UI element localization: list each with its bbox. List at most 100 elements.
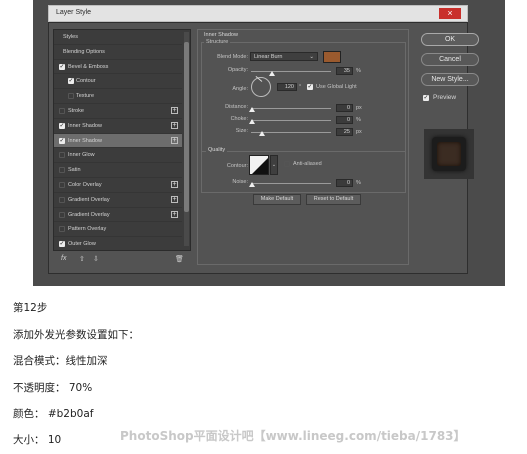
- caption-line2: 混合模式：线性加深: [13, 355, 108, 367]
- checkbox-icon[interactable]: [59, 226, 65, 233]
- dialog-titlebar: Layer Style ×: [48, 5, 468, 22]
- style-stroke[interactable]: Stroke +: [54, 104, 182, 119]
- choke-unit: %: [356, 117, 361, 123]
- opacity-slider-knob[interactable]: [269, 71, 275, 76]
- ok-button[interactable]: OK: [421, 33, 479, 46]
- distance-label: Distance:: [225, 104, 248, 110]
- dialog-title: Layer Style: [56, 9, 92, 16]
- choke-label: Choke:: [230, 116, 248, 122]
- size-input[interactable]: 25: [336, 128, 353, 136]
- watermark: PhotoShop平面设计吧【www.lineeg.com/tieba/1783…: [120, 429, 466, 443]
- style-pattern-overlay[interactable]: Pattern Overlay: [54, 222, 182, 238]
- noise-input[interactable]: 0: [336, 179, 353, 187]
- distance-unit: px: [356, 105, 362, 111]
- preview-checkbox[interactable]: ✓: [423, 95, 429, 101]
- caption-line4: 颜色： #b2b0af: [13, 408, 94, 420]
- opacity-slider[interactable]: [251, 71, 331, 72]
- blend-mode-label: Blend Mode:: [217, 54, 248, 60]
- opacity-label: Opacity:: [227, 67, 248, 73]
- angle-dial-needle: [255, 75, 263, 82]
- checkbox-icon[interactable]: [59, 167, 65, 174]
- choke-input[interactable]: 0: [336, 116, 353, 124]
- layer-style-dialog: Styles Blending Options ✓ Bevel & Emboss …: [48, 22, 479, 274]
- add-icon[interactable]: +: [171, 107, 178, 114]
- structure-title: Structure: [204, 39, 231, 45]
- style-gradient-overlay-2[interactable]: Gradient Overlay +: [54, 208, 182, 223]
- style-preview-thumbnail: [424, 129, 474, 179]
- styles-list: Styles Blending Options ✓ Bevel & Emboss …: [53, 29, 191, 251]
- style-inner-shadow[interactable]: ✓ Inner Shadow +: [54, 119, 182, 134]
- caption-line5: 大小： 10: [13, 434, 62, 446]
- style-gradient-overlay[interactable]: Gradient Overlay +: [54, 193, 182, 208]
- contour-preview[interactable]: [249, 155, 269, 175]
- checkbox-icon[interactable]: [59, 182, 65, 188]
- noise-label: Noise:: [232, 179, 248, 185]
- section-title: Inner Shadow: [204, 32, 238, 38]
- new-style-button[interactable]: New Style...: [421, 73, 479, 86]
- anti-aliased-checkbox[interactable]: [284, 161, 290, 167]
- add-icon[interactable]: +: [171, 181, 178, 188]
- distance-slider-knob[interactable]: [249, 107, 255, 112]
- distance-input[interactable]: 0: [336, 104, 353, 112]
- checkbox-icon[interactable]: ✓: [307, 84, 313, 90]
- angle-dial[interactable]: [251, 75, 271, 97]
- styles-header[interactable]: Styles: [54, 30, 182, 45]
- size-unit: px: [356, 129, 362, 135]
- shadow-color-swatch[interactable]: [323, 51, 341, 63]
- styles-scrollbar[interactable]: [184, 32, 189, 246]
- blend-mode-select[interactable]: Linear Burn ⌄: [250, 52, 318, 61]
- choke-slider[interactable]: [251, 120, 331, 121]
- make-default-button[interactable]: Make Default: [253, 194, 301, 205]
- preview-label: Preview: [433, 94, 457, 101]
- anti-aliased-label: Anti-aliased: [293, 161, 322, 167]
- add-icon[interactable]: +: [171, 195, 178, 203]
- move-up-icon[interactable]: ⇧: [79, 255, 85, 263]
- checkbox-icon[interactable]: ✓: [59, 63, 65, 70]
- size-slider-knob[interactable]: [259, 131, 265, 136]
- angle-label: Angle:: [232, 86, 248, 92]
- choke-slider-knob[interactable]: [249, 119, 255, 124]
- contour-label: Contour:: [226, 163, 248, 169]
- checkbox-icon[interactable]: ✓: [59, 137, 65, 144]
- distance-slider[interactable]: [251, 108, 331, 109]
- noise-slider-knob[interactable]: [249, 182, 255, 187]
- reset-to-default-button[interactable]: Reset to Default: [306, 194, 361, 205]
- caption-line1: 添加外发光参数设置如下：: [13, 329, 139, 341]
- trash-icon[interactable]: 🗑: [175, 255, 184, 263]
- checkbox-icon[interactable]: [59, 108, 65, 114]
- checkbox-icon[interactable]: ✓: [59, 122, 65, 129]
- contour-curve-icon: [252, 158, 268, 174]
- opacity-input[interactable]: 35: [336, 67, 353, 75]
- style-bevel-emboss[interactable]: ✓ Bevel & Emboss: [54, 60, 182, 75]
- cancel-button[interactable]: Cancel: [421, 53, 479, 66]
- add-icon[interactable]: +: [171, 136, 178, 144]
- quality-group: [201, 151, 406, 193]
- checkbox-icon[interactable]: [68, 93, 74, 100]
- noise-unit: %: [356, 180, 361, 186]
- move-down-icon[interactable]: ⇩: [93, 255, 99, 263]
- style-texture[interactable]: Texture: [54, 89, 182, 104]
- style-blending-options[interactable]: Blending Options: [54, 45, 182, 60]
- caption-line3: 不透明度： 70%: [13, 382, 93, 394]
- add-icon[interactable]: +: [171, 121, 178, 129]
- style-satin[interactable]: Satin: [54, 163, 182, 178]
- close-button[interactable]: ×: [439, 8, 461, 19]
- style-color-overlay[interactable]: Color Overlay +: [54, 178, 182, 193]
- style-inner-glow[interactable]: Inner Glow: [54, 148, 182, 164]
- style-outer-glow[interactable]: ✓ Outer Glow: [54, 237, 182, 250]
- chevron-down-icon[interactable]: ⌄: [270, 155, 278, 175]
- checkbox-icon[interactable]: [59, 152, 65, 159]
- use-global-light-label: Use Global Light: [316, 84, 357, 90]
- checkbox-icon[interactable]: [59, 196, 65, 203]
- style-contour[interactable]: ✓ Contour: [54, 74, 182, 90]
- checkbox-icon[interactable]: [59, 211, 65, 218]
- noise-slider[interactable]: [251, 183, 331, 184]
- checkbox-icon[interactable]: ✓: [68, 78, 74, 85]
- add-icon[interactable]: +: [171, 210, 178, 218]
- checkbox-icon[interactable]: ✓: [59, 241, 65, 248]
- angle-input[interactable]: 120: [277, 83, 297, 91]
- caption-step: 第12步: [13, 302, 48, 314]
- scrollbar-thumb[interactable]: [184, 42, 189, 212]
- style-inner-shadow-selected[interactable]: ✓ Inner Shadow +: [54, 133, 182, 149]
- fx-icon[interactable]: fx: [61, 255, 66, 262]
